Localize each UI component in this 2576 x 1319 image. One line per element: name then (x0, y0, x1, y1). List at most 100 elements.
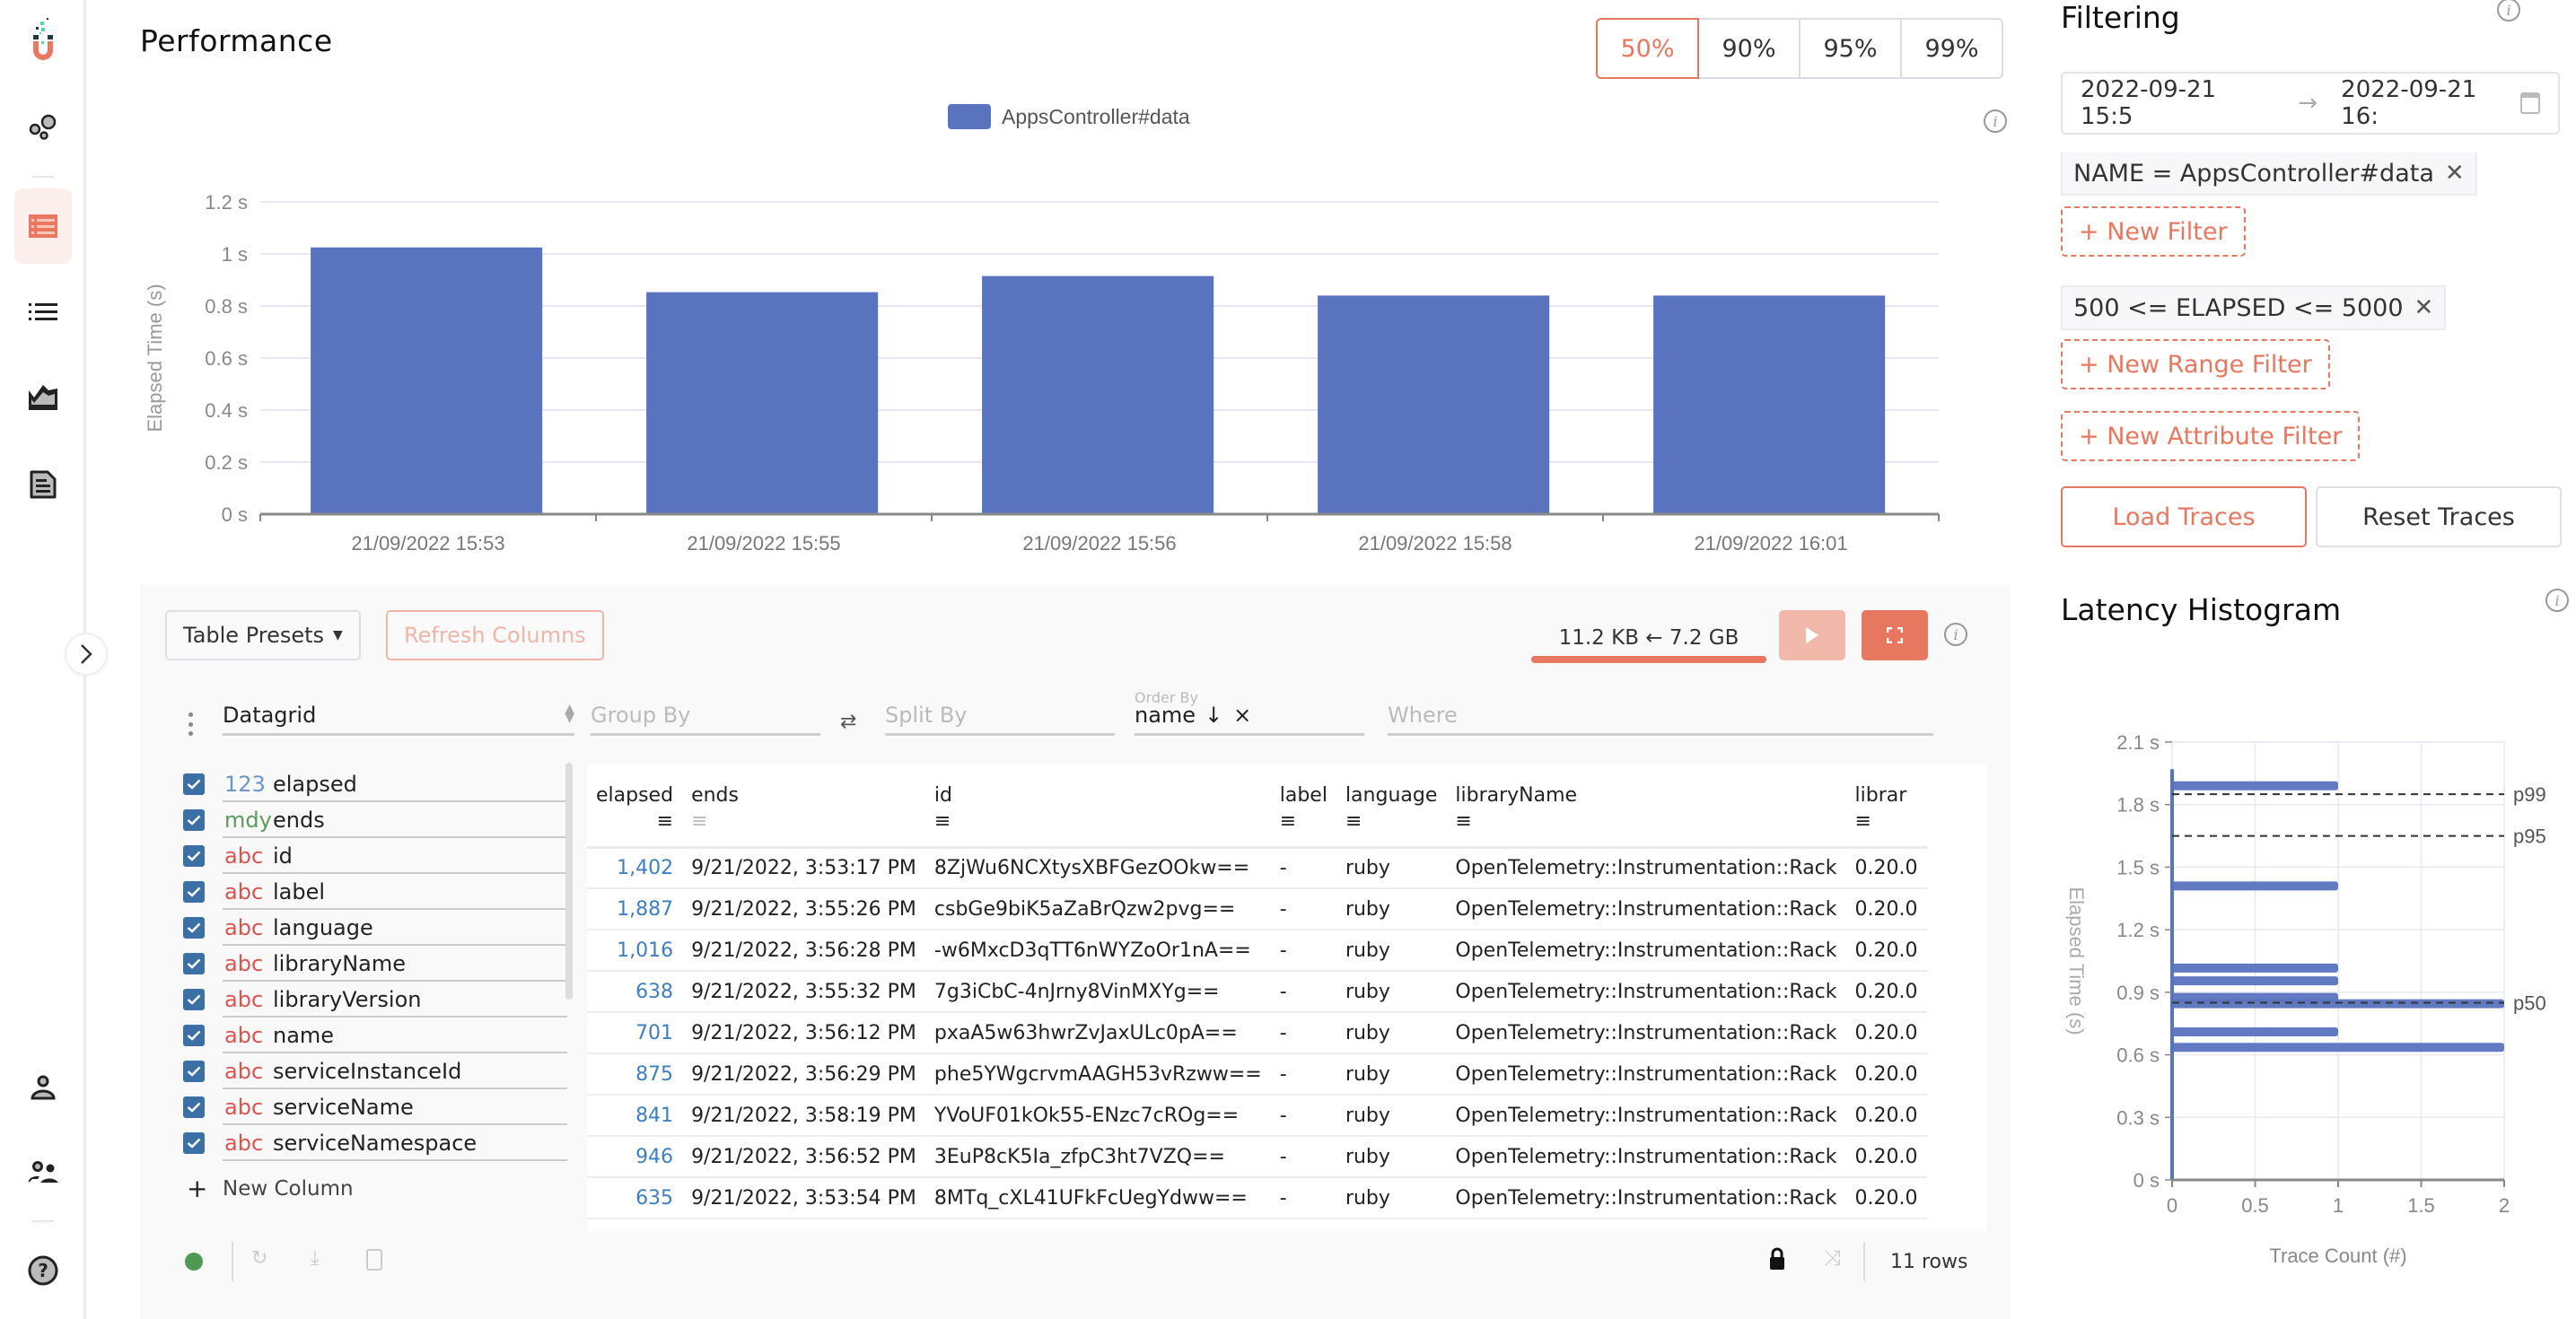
histogram-info-icon[interactable]: i (2545, 589, 2569, 612)
remove-sort-icon[interactable]: × (1233, 703, 1251, 728)
fullscreen-button[interactable] (1862, 610, 1928, 660)
sort-descending-icon[interactable]: ↓ (1205, 703, 1222, 728)
users-icon[interactable] (14, 1143, 72, 1201)
column-header[interactable]: ends ≡ (682, 764, 925, 849)
load-traces-button[interactable]: Load Traces (2061, 486, 2307, 547)
area-chart-icon[interactable] (14, 368, 72, 425)
column-checkbox[interactable] (183, 809, 205, 831)
percentile-50-button[interactable]: 50% (1596, 18, 1699, 79)
new-column-button[interactable]: New Column (223, 1177, 354, 1201)
column-header[interactable]: language ≡ (1336, 764, 1447, 849)
document-icon[interactable] (14, 456, 72, 513)
bubbles-icon[interactable] (14, 99, 72, 156)
filtering-info-icon[interactable]: i (2497, 0, 2520, 22)
date-from[interactable]: 2022-09-21 15:5 (2081, 76, 2274, 130)
new-range-filter-button[interactable]: + New Range Filter (2061, 339, 2330, 389)
column-checkbox[interactable] (183, 773, 205, 795)
column-list-scrollbar[interactable] (565, 763, 573, 1000)
plugin-select[interactable]: Datagrid ▲ ▼ (223, 700, 574, 736)
column-item[interactable]: abc libraryVersion (183, 982, 560, 1018)
date-range-picker[interactable]: 2022-09-21 15:5 → 2022-09-21 16: (2061, 72, 2560, 135)
chart-info-icon[interactable]: i (1984, 109, 2007, 133)
order-by-input[interactable]: name ↓ × (1135, 700, 1364, 736)
column-item[interactable]: abc id (183, 838, 560, 874)
column-name: libraryName (273, 951, 407, 976)
column-item[interactable]: abc serviceNamespace (183, 1125, 560, 1161)
column-header[interactable]: label ≡ (1270, 764, 1336, 849)
refresh-columns-button[interactable]: Refresh Columns (386, 610, 604, 660)
column-header[interactable]: elapsed ≡ (587, 764, 683, 849)
calendar-icon[interactable] (2520, 92, 2540, 114)
remove-range-filter-icon[interactable]: ✕ (2414, 294, 2434, 321)
column-checkbox[interactable] (183, 917, 205, 939)
clear-icon[interactable]: ⤨ (1824, 1245, 1841, 1271)
column-item[interactable]: abc libraryName (183, 946, 560, 982)
swap-icon[interactable]: ⇄ (840, 711, 856, 733)
table-row[interactable]: 1,887 9/21/2022, 3:55:26 PM csbGe9biK5aZaB… (587, 888, 1927, 930)
table-row[interactable]: 1,402 9/21/2022, 3:53:17 PM 8ZjWu6NCXtysXB… (587, 847, 1927, 889)
table-info-icon[interactable]: i (1944, 623, 1967, 646)
logo-magnet-icon[interactable] (14, 13, 72, 70)
table-presets-dropdown[interactable]: Table Presets ▼ (165, 610, 361, 660)
list-icon[interactable] (14, 284, 72, 341)
percentile-95-button[interactable]: 95% (1799, 18, 1902, 79)
download-icon[interactable]: ⤓ (311, 1247, 320, 1270)
reset-traces-button[interactable]: Reset Traces (2316, 486, 2562, 547)
user-icon[interactable] (14, 1059, 72, 1116)
drag-handle-icon[interactable] (187, 712, 194, 736)
table-row[interactable]: 946 9/21/2022, 3:56:52 PM 3EuP8cK5Ia_zfpC3… (587, 1136, 1927, 1178)
sidebar-expand-button[interactable] (65, 633, 108, 676)
column-item[interactable]: abc name (183, 1018, 560, 1053)
split-by-input[interactable]: Split By (885, 700, 1115, 736)
column-menu-icon[interactable]: ≡ (691, 810, 916, 833)
percentile-99-button[interactable]: 99% (1900, 18, 2003, 79)
column-checkbox[interactable] (183, 1132, 205, 1154)
table-row[interactable]: 1,016 9/21/2022, 3:56:28 PM -w6MxcD3qTT6nW… (587, 930, 1927, 972)
column-item[interactable]: mdy ends (183, 802, 560, 838)
percentile-90-button[interactable]: 90% (1697, 18, 1801, 79)
group-by-input[interactable]: Group By (591, 700, 820, 736)
column-menu-icon[interactable]: ≡ (1345, 810, 1437, 833)
column-menu-icon[interactable]: ≡ (1455, 810, 1836, 833)
where-input[interactable]: Where (1388, 700, 1933, 736)
table-row[interactable]: 875 9/21/2022, 3:56:29 PM phe5YWgcrvmAAGH5… (587, 1053, 1927, 1096)
column-checkbox[interactable] (183, 881, 205, 903)
sidebar: ? (0, 0, 108, 1319)
remove-filter-icon[interactable]: ✕ (2445, 160, 2465, 187)
table-row[interactable]: 701 9/21/2022, 3:56:12 PM pxaA5w63hwrZvJax… (587, 1012, 1927, 1054)
column-menu-icon[interactable]: ≡ (934, 810, 1262, 833)
table-row[interactable]: 841 9/21/2022, 3:58:19 PM YVoUF01kOk55-ENz… (587, 1095, 1927, 1137)
column-header[interactable]: id ≡ (924, 764, 1271, 849)
table-list-icon[interactable] (14, 188, 72, 264)
new-filter-button[interactable]: + New Filter (2061, 206, 2246, 257)
column-menu-icon[interactable]: ≡ (1280, 810, 1327, 833)
reset-icon[interactable]: ↻ (251, 1247, 267, 1270)
column-menu-icon[interactable]: ≡ (1855, 810, 1918, 833)
add-column-icon[interactable]: + (187, 1174, 207, 1203)
lock-icon[interactable] (1768, 1247, 1786, 1274)
column-item[interactable]: abc serviceName (183, 1089, 560, 1125)
table-cell: ruby (1336, 930, 1447, 972)
help-icon[interactable]: ? (14, 1242, 72, 1299)
column-header-label: libraryName (1455, 784, 1578, 807)
column-item[interactable]: abc label (183, 874, 560, 910)
new-attribute-filter-button[interactable]: + New Attribute Filter (2061, 411, 2361, 461)
column-item[interactable]: abc language (183, 910, 560, 946)
column-header[interactable]: libraryName ≡ (1446, 764, 1846, 849)
column-checkbox[interactable] (183, 989, 205, 1010)
copy-icon[interactable] (366, 1249, 382, 1271)
date-to[interactable]: 2022-09-21 16: (2341, 76, 2520, 130)
y-axis-label: Elapsed Time (s) (144, 284, 166, 432)
run-query-button[interactable] (1779, 610, 1845, 660)
column-item[interactable]: abc serviceInstanceId (183, 1053, 560, 1089)
column-checkbox[interactable] (183, 953, 205, 974)
table-row[interactable]: 638 9/21/2022, 3:55:32 PM 7g3iCbC-4nJrny8V… (587, 971, 1927, 1013)
column-menu-icon[interactable]: ≡ (596, 810, 673, 833)
column-checkbox[interactable] (183, 1025, 205, 1046)
column-checkbox[interactable] (183, 1061, 205, 1082)
column-checkbox[interactable] (183, 1096, 205, 1118)
column-header[interactable]: librar ≡ (1845, 764, 1927, 849)
column-item[interactable]: 123 elapsed (183, 766, 560, 802)
column-checkbox[interactable] (183, 845, 205, 867)
table-row[interactable]: 635 9/21/2022, 3:53:54 PM 8MTq_cXL41UFkFcU… (587, 1177, 1927, 1219)
